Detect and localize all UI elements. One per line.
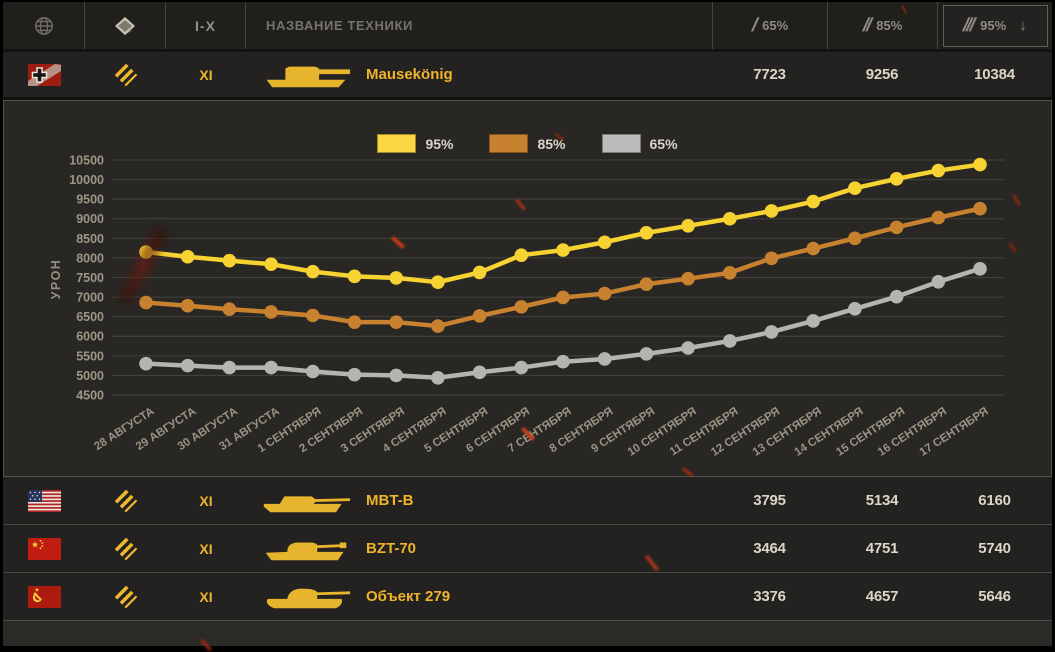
value-95: 10384: [974, 66, 1015, 83]
three-slash-icon: ///: [962, 14, 974, 36]
value-95: 5740: [978, 540, 1011, 557]
flag-ussr-icon: [27, 585, 61, 608]
svg-text:7500: 7500: [76, 271, 104, 285]
svg-text:6500: 6500: [76, 310, 104, 324]
bottom-spacer: [3, 621, 1052, 637]
vehicle-class-icon: [114, 537, 137, 560]
damage-chart-panel: 95% 85% 65% 10500 10000 9500 9000 8500 8000 75…: [3, 100, 1052, 477]
value-85: 9256: [865, 66, 899, 83]
tier-filter-label: I-X: [195, 17, 216, 34]
svg-text:9000: 9000: [76, 212, 104, 226]
svg-text:10000: 10000: [69, 173, 104, 187]
legend-item-85: 85%: [489, 134, 566, 153]
vehicle-class-icon: [114, 585, 137, 608]
sort-column-button[interactable]: /// 95% ↓: [942, 4, 1048, 47]
legend-swatch-65: [601, 134, 641, 153]
damage-line-chart: 10500 10000 9500 9000 8500 8000 7500 7000 6500 60…: [49, 154, 1004, 459]
vehicle-row-bzt-70[interactable]: XI BZT-70 3464 4751 5740: [3, 525, 1052, 573]
svg-text:10500: 10500: [69, 154, 104, 168]
value-95: 6160: [978, 492, 1011, 509]
globe-icon: [34, 16, 53, 35]
vehicle-search: [246, 2, 712, 49]
vehicle-row-mausekonig[interactable]: XI Mausekönig 7723 9256 10384: [3, 52, 1052, 100]
svg-text:5000: 5000: [76, 369, 104, 383]
vehicle-name: MBT-B: [366, 492, 414, 509]
filter-bar: I-X / 65% // 85% /// 95% ↓: [3, 2, 1052, 52]
svg-text:6000: 6000: [76, 330, 104, 344]
class-filter-button[interactable]: [85, 2, 166, 49]
one-slash-icon: /: [751, 14, 756, 36]
svg-text:4500: 4500: [76, 388, 104, 402]
vehicle-class-icon: [114, 63, 137, 86]
column-header-65[interactable]: / 65%: [712, 2, 827, 49]
vehicle-name: Mausekönig: [366, 66, 453, 83]
vehicle-class-icon: [114, 489, 137, 512]
diamond-marker-icon: [115, 16, 135, 35]
legend-swatch-85: [489, 134, 529, 153]
vehicle-row-object-279[interactable]: XI Объект 279 3376 4657 5646: [3, 573, 1052, 621]
svg-text:7000: 7000: [76, 291, 104, 305]
vehicle-tier: XI: [199, 540, 213, 557]
flag-usa-icon: [27, 489, 61, 512]
svg-text:8000: 8000: [76, 251, 104, 265]
value-85: 4657: [865, 588, 899, 605]
nation-filter-button[interactable]: [3, 2, 85, 49]
tank-silhouette-bzt-70: [265, 541, 347, 560]
svg-text:5500: 5500: [76, 349, 104, 363]
vehicle-tier: XI: [199, 492, 213, 509]
tier-filter-button[interactable]: I-X: [166, 2, 246, 49]
chart-legend: 95% 85% 65%: [4, 134, 1051, 153]
value-65: 7723: [753, 66, 786, 83]
svg-text:УРОН: УРОН: [49, 259, 63, 300]
vehicle-tier: XI: [199, 588, 213, 605]
vehicle-name: BZT-70: [366, 540, 417, 557]
value-65: 3464: [753, 540, 786, 557]
tank-silhouette-mausekonig: [266, 66, 351, 87]
vehicle-name: Объект 279: [366, 588, 451, 605]
legend-swatch-95: [377, 134, 417, 153]
tank-silhouette-object-279: [266, 588, 351, 608]
legend-item-65: 65%: [601, 134, 678, 153]
flag-germany-icon: [27, 63, 61, 86]
vehicle-row-mbt-b[interactable]: XI MBT-B 3795 5134 6160: [3, 477, 1052, 525]
value-95: 5646: [978, 588, 1011, 605]
value-85: 4751: [865, 540, 899, 557]
value-65: 3795: [753, 492, 786, 509]
ember-decoration: [199, 638, 213, 652]
column-header-85[interactable]: // 85%: [827, 2, 937, 49]
value-85: 5134: [865, 492, 899, 509]
two-slash-icon: //: [862, 14, 871, 36]
vehicle-search-input[interactable]: [246, 17, 666, 34]
svg-text:9500: 9500: [76, 193, 104, 207]
value-65: 3376: [753, 588, 786, 605]
stats-screen: I-X / 65% // 85% /// 95% ↓: [3, 2, 1052, 652]
legend-item-95: 95%: [377, 134, 453, 153]
vehicle-tier: XI: [199, 66, 213, 83]
svg-text:8500: 8500: [76, 232, 104, 246]
flag-china-icon: [27, 537, 61, 560]
tank-silhouette-mbt-b: [263, 495, 351, 512]
sort-descending-icon: ↓: [1019, 17, 1027, 34]
column-header-95: /// 95% ↓: [937, 2, 1052, 49]
